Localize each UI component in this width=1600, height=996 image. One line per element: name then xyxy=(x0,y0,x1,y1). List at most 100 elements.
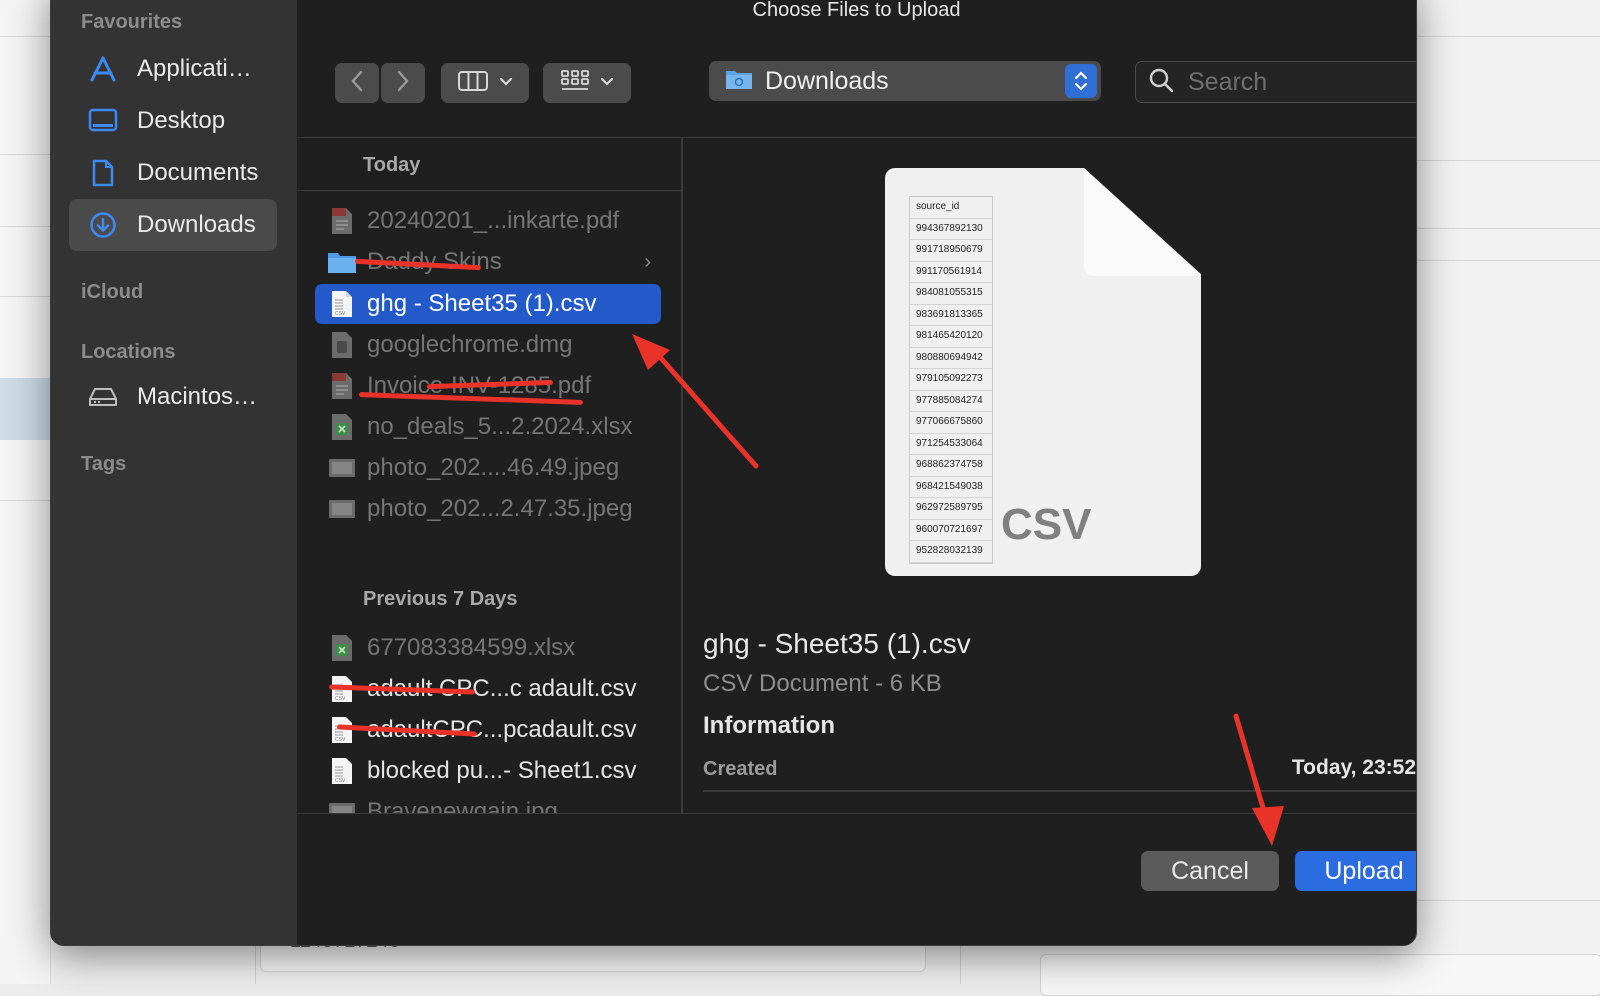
sidebar-item-label: Documents xyxy=(137,159,259,186)
preview-created-label: Created xyxy=(703,758,778,780)
background-divider xyxy=(1414,228,1600,229)
chevron-down-icon xyxy=(600,74,614,92)
background-right-panel xyxy=(1414,0,1600,984)
sidebar-item-label: Desktop xyxy=(137,107,226,134)
preview-divider xyxy=(703,790,1416,792)
chevron-right-icon: › xyxy=(644,250,651,273)
spreadsheet-file-icon xyxy=(327,634,357,662)
preview-information-heading: Information xyxy=(703,712,835,739)
image-file-icon xyxy=(327,458,357,478)
thumbnail-cell: 960070721697 xyxy=(910,520,992,541)
file-row[interactable]: photo_202....46.49.jpeg xyxy=(315,448,661,488)
downloads-folder-icon xyxy=(725,67,753,96)
file-name: 677083384599.xlsx xyxy=(367,634,576,661)
sidebar-item-label: Downloads xyxy=(137,211,256,238)
preview-created-value: Today, 23:52 xyxy=(1291,756,1416,779)
view-mode-button[interactable] xyxy=(441,63,529,103)
page-fold-icon xyxy=(1084,168,1201,276)
image-file-icon xyxy=(327,802,357,813)
file-row[interactable]: googlechrome.dmg xyxy=(315,325,661,365)
sidebar-section-locations: Locations xyxy=(81,341,176,363)
upload-button[interactable]: Upload xyxy=(1295,851,1416,891)
applications-icon xyxy=(83,55,123,83)
hard-drive-icon xyxy=(83,386,123,408)
file-name: photo_202...2.47.35.jpeg xyxy=(367,495,633,522)
thumbnail-cell: 977885084274 xyxy=(910,391,992,412)
desktop-icon xyxy=(83,108,123,134)
thumbnail-table: source_id 994367892130 991718950679 9911… xyxy=(909,196,993,564)
file-name: blocked pu...- Sheet1.csv xyxy=(367,757,637,784)
file-row[interactable]: 20240201_...inkarte.pdf xyxy=(315,201,661,241)
spreadsheet-file-icon xyxy=(327,413,357,441)
thumbnail-cell: 977066675860 xyxy=(910,412,992,434)
preview-file-kind: CSV Document - 6 KB xyxy=(703,670,942,697)
svg-text:CSV: CSV xyxy=(335,311,346,317)
search-input[interactable] xyxy=(1186,62,1416,102)
sidebar-item-documents[interactable]: Documents xyxy=(69,147,277,199)
cancel-button[interactable]: Cancel xyxy=(1141,851,1279,891)
file-row[interactable]: 677083384599.xlsx xyxy=(315,628,661,668)
sidebar-section-icloud: iCloud xyxy=(81,281,144,303)
file-row[interactable]: no_deals_5...2.2024.xlsx xyxy=(315,407,661,447)
sidebar-item-applications[interactable]: Applicati… xyxy=(69,43,277,95)
file-list[interactable]: Today 20240201_...inkarte.pdf Daddy Skin… xyxy=(297,138,681,813)
file-name: Bravenewgain.jpg xyxy=(367,798,558,813)
pdf-file-icon xyxy=(327,207,357,235)
disk-image-icon xyxy=(327,331,357,359)
location-popup[interactable]: Downloads xyxy=(709,61,1101,101)
back-button[interactable] xyxy=(335,63,379,103)
file-row[interactable]: CSV blocked pu...- Sheet1.csv xyxy=(315,751,661,791)
thumbnail-cell: 984081055315 xyxy=(910,283,992,305)
thumbnail-cell: 952828032139 xyxy=(910,541,992,563)
search-field[interactable] xyxy=(1135,61,1416,103)
footer-divider xyxy=(297,813,1416,814)
grid-icon xyxy=(560,69,590,98)
file-name: ghg - Sheet35 (1).csv xyxy=(367,290,597,317)
background-divider xyxy=(1414,160,1600,161)
thumbnail-file-type: CSV xyxy=(1001,500,1092,549)
document-icon xyxy=(83,159,123,187)
file-name: no_deals_5...2.2024.xlsx xyxy=(367,413,633,440)
sidebar-item-downloads[interactable]: Downloads xyxy=(69,199,277,251)
folder-icon xyxy=(327,250,357,274)
dialog-sidebar: Favourites Applicati… Desktop Documents … xyxy=(51,0,297,945)
group-header-today: Today xyxy=(363,154,421,176)
forward-button[interactable] xyxy=(381,63,425,103)
preview-file-name: ghg - Sheet35 (1).csv xyxy=(703,628,971,659)
thumbnail-cell: 968421549038 xyxy=(910,477,992,498)
file-name: googlechrome.dmg xyxy=(367,331,573,358)
group-by-button[interactable] xyxy=(543,63,631,103)
background-divider xyxy=(0,500,50,501)
image-file-icon xyxy=(327,499,357,519)
background-divider xyxy=(0,226,50,227)
thumbnail-cell: 991170561914 xyxy=(910,262,992,283)
thumbnail-cell: 980880694942 xyxy=(910,348,992,369)
file-row-selected[interactable]: CSV ghg - Sheet35 (1).csv xyxy=(315,284,661,324)
sidebar-item-label: Macintos… xyxy=(137,383,258,410)
downloads-icon xyxy=(83,211,123,239)
sidebar-item-label: Applicati… xyxy=(137,55,252,82)
file-row[interactable]: photo_202...2.47.35.jpeg xyxy=(315,489,661,529)
file-upload-dialog: Favourites Applicati… Desktop Documents … xyxy=(50,0,1417,946)
sidebar-section-tags[interactable]: Tags xyxy=(81,453,126,476)
thumbnail-cell: 983691813365 xyxy=(910,305,992,326)
background-card xyxy=(1040,954,1600,996)
thumbnail-cell: source_id xyxy=(910,197,992,219)
background-divider xyxy=(0,154,50,155)
sidebar-item-macintosh-hd[interactable]: Macintos… xyxy=(69,371,277,423)
file-row[interactable]: Bravenewgain.jpg xyxy=(315,792,661,813)
thumbnail-cell: 979105092273 xyxy=(910,369,992,391)
svg-text:CSV: CSV xyxy=(335,696,346,702)
file-name: photo_202....46.49.jpeg xyxy=(367,454,620,481)
sidebar-item-desktop[interactable]: Desktop xyxy=(69,95,277,147)
sidebar-section-favourites: Favourites xyxy=(81,11,183,33)
columns-view-icon xyxy=(457,70,489,97)
background-divider xyxy=(1414,36,1600,37)
thumbnail-cell: 991718950679 xyxy=(910,240,992,262)
csv-file-icon: CSV xyxy=(327,290,357,318)
up-down-chevron-icon xyxy=(1065,64,1097,98)
group-header-previous-7-days: Previous 7 Days xyxy=(363,588,518,610)
thumbnail-cell: 968862374758 xyxy=(910,455,992,477)
csv-file-icon: CSV xyxy=(327,757,357,785)
background-divider xyxy=(1414,900,1600,901)
